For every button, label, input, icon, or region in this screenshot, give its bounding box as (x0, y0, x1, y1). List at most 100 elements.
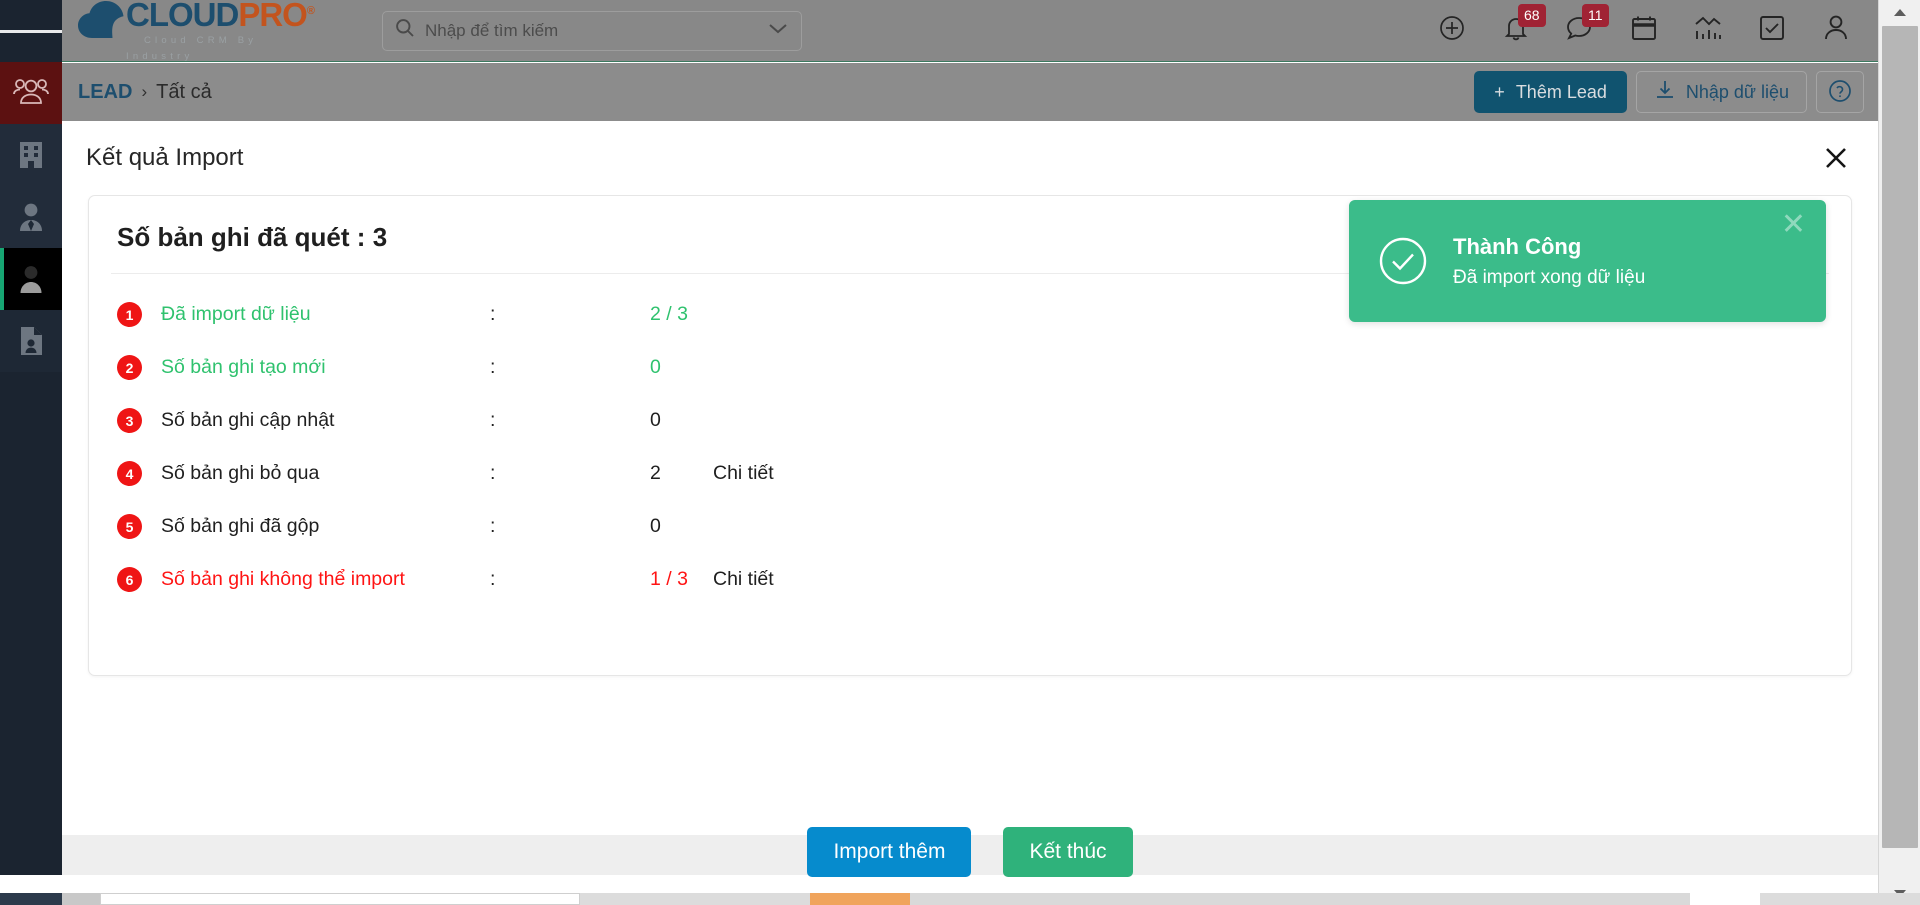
row-detail-link[interactable]: Chi tiết (713, 462, 774, 485)
breadcrumb-root[interactable]: LEAD (78, 81, 132, 104)
taskbar-segment (1690, 893, 1760, 905)
tasks-button[interactable] (1740, 0, 1804, 62)
taskbar-segment (910, 893, 1690, 905)
hamburger-icon-bar (41, 29, 63, 33)
row-detail-link[interactable]: Chi tiết (713, 568, 774, 591)
search-icon (395, 18, 415, 43)
row-number-badge: 6 (117, 567, 142, 592)
import-result-rows: 1 Đã import dữ liệu: 2 / 3 2 Số bản ghi tạo … (89, 288, 1851, 606)
add-circle-button[interactable] (1420, 0, 1484, 62)
logo-text-block: CLOUDPRO® Cloud CRM By Industry (126, 0, 315, 63)
import-more-button[interactable]: Import thêm (807, 827, 972, 877)
help-button[interactable] (1816, 71, 1864, 113)
calendar-icon (1631, 15, 1657, 47)
person-tie-icon (17, 202, 45, 232)
global-search[interactable] (382, 10, 802, 51)
notifications-button[interactable]: 68 (1484, 0, 1548, 62)
sidebar-item-company[interactable] (0, 124, 62, 186)
table-row: 2 Số bản ghi tạo mới: 0 (117, 341, 1851, 394)
messages-badge: 11 (1582, 3, 1609, 27)
sidebar-item-lead[interactable] (0, 248, 62, 310)
messages-button[interactable]: 11 (1548, 0, 1612, 62)
toast-text: Thành Công Đã import xong dữ liệu (1453, 234, 1645, 289)
row-value: 1 / 3 (650, 568, 688, 590)
modal-footer: Import thêm Kết thúc (62, 827, 1878, 877)
breadcrumb-current: Tất cả (156, 80, 212, 103)
row-number-badge: 1 (117, 302, 142, 327)
success-toast: Thành Công Đã import xong dữ liệu ✕ (1349, 200, 1826, 322)
page-actions: + Thêm Lead Nhập dữ liệu (1474, 71, 1878, 113)
sidebar-item-contact[interactable] (0, 186, 62, 248)
table-row: 3 Số bản ghi cập nhật: 0 (117, 394, 1851, 447)
row-colon: : (490, 356, 496, 378)
group-people-icon (13, 78, 49, 108)
row-label: Số bản ghi bỏ qua (161, 462, 320, 484)
row-number-badge: 3 (117, 408, 142, 433)
toast-close-button[interactable]: ✕ (1775, 210, 1812, 240)
row-number-badge: 5 (117, 514, 142, 539)
building-icon (18, 140, 44, 170)
scanned-records-value: 3 (372, 222, 388, 252)
taskbar-segment (1760, 893, 1920, 905)
help-circle-icon (1828, 79, 1852, 106)
modal-header: Kết quả Import (62, 121, 1878, 195)
chevron-up-icon (1893, 8, 1906, 16)
profile-button[interactable] (1804, 0, 1868, 62)
row-colon: : (490, 409, 496, 431)
table-row: 6 Số bản ghi không thể import: 1 / 3 Chi ti… (117, 553, 1851, 606)
task-check-icon (1759, 15, 1785, 46)
row-value: 0 (650, 409, 661, 431)
top-bar-icons: 68 11 (1420, 0, 1878, 62)
table-row: 4 Số bản ghi bỏ qua: 2 Chi tiết (117, 447, 1851, 500)
breadcrumb-separator-icon: › (141, 82, 148, 101)
page-scrollbar[interactable] (1878, 0, 1920, 905)
calendar-button[interactable] (1612, 0, 1676, 62)
row-colon: : (490, 568, 496, 590)
analytics-button[interactable] (1676, 0, 1740, 62)
sidebar-item-document[interactable] (0, 310, 62, 372)
row-label: Số bản ghi đã gộp (161, 515, 320, 537)
add-lead-label: Thêm Lead (1515, 81, 1607, 102)
search-input[interactable] (425, 20, 767, 41)
import-data-button[interactable]: Nhập dữ liệu (1635, 71, 1807, 113)
row-label: Số bản ghi không thể import (161, 568, 405, 590)
logo-cloud-text: CLOUD (126, 0, 239, 33)
scanned-records-colon: : (356, 222, 366, 252)
sidebar-item-group[interactable] (0, 62, 62, 124)
toast-message: Đã import xong dữ liệu (1453, 266, 1646, 288)
download-icon (1654, 79, 1676, 106)
add-circle-icon (1438, 14, 1466, 47)
row-number-badge: 4 (117, 461, 142, 486)
top-bar: CLOUDPRO® Cloud CRM By Industry Nhập để … (62, 0, 1878, 62)
breadcrumb: LEAD › Tất cả (78, 81, 212, 104)
close-modal-button[interactable] (1816, 138, 1856, 178)
row-label: Số bản ghi tạo mới (161, 356, 326, 378)
scroll-up-button[interactable] (1879, 0, 1920, 24)
row-value: 2 / 3 (650, 303, 688, 325)
finish-button[interactable]: Kết thúc (1003, 827, 1133, 877)
app-root: CLOUDPRO® Cloud CRM By Industry Nhập để … (0, 0, 1920, 905)
taskbar-segment (100, 893, 580, 905)
check-circle-icon (1377, 235, 1429, 287)
scanned-records-label: Số bản ghi đã quét (117, 222, 350, 252)
add-lead-button[interactable]: + Thêm Lead (1474, 71, 1627, 113)
analytics-icon (1694, 15, 1722, 47)
app-logo[interactable]: CLOUDPRO® Cloud CRM By Industry (76, 0, 315, 63)
row-value: 0 (650, 356, 661, 378)
row-label: Đã import dữ liệu (161, 303, 311, 325)
user-icon (1823, 14, 1849, 47)
row-value: 2 (650, 462, 661, 484)
hamburger-menu-button[interactable] (0, 0, 63, 62)
taskbar-segment (62, 893, 100, 905)
row-colon: : (490, 303, 496, 325)
close-icon (1826, 148, 1846, 168)
notifications-badge: 68 (1518, 3, 1546, 27)
logo-tagline: Cloud CRM By Industry (126, 35, 258, 62)
os-taskbar (0, 893, 1920, 905)
logo-pro-text: PRO (238, 0, 308, 33)
row-colon: : (490, 515, 496, 537)
scrollbar-thumb[interactable] (1882, 26, 1918, 848)
taskbar-segment (580, 893, 810, 905)
logo-registered-mark: ® (306, 5, 315, 17)
chevron-down-icon[interactable] (767, 21, 789, 40)
